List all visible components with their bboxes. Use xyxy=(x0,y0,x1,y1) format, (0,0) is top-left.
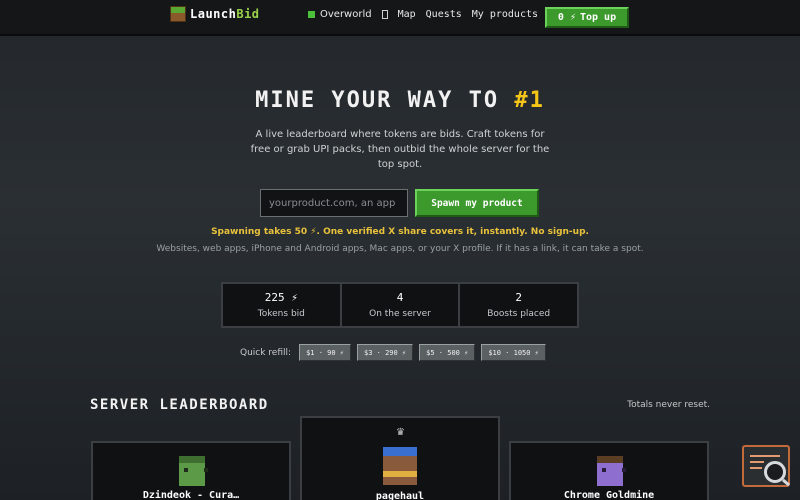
spawn-form: Spawn my product xyxy=(260,189,539,217)
widget-line-icon xyxy=(750,455,780,457)
refill-option-10[interactable]: $10 · 1050 ⚡ xyxy=(481,344,546,361)
leaderboard-note: Totals never reset. xyxy=(627,400,710,410)
stat-label: Boosts placed xyxy=(487,309,551,319)
king-avatar-icon xyxy=(383,447,417,485)
refill-option-3[interactable]: $3 · 290 ⚡ xyxy=(357,344,414,361)
purple-avatar-icon xyxy=(597,456,626,486)
quick-refill-label: Quick refill: xyxy=(240,347,292,358)
top-up-label: Top up xyxy=(579,12,617,23)
main-nav: Overworld Map Quests My products xyxy=(308,9,538,20)
product-url-input[interactable] xyxy=(260,189,408,217)
zombie-avatar-icon xyxy=(179,456,208,486)
leaderboard-title: SERVER LEADERBOARD xyxy=(90,397,269,413)
stat-label: Tokens bid xyxy=(257,309,305,319)
supported-types-note: Websites, web apps, iPhone and Android a… xyxy=(156,244,644,254)
stat-tokens-bid: 225 ⚡ Tokens bid xyxy=(223,284,342,326)
logo[interactable]: LaunchBid xyxy=(170,6,260,22)
crown-icon: ♛ xyxy=(396,427,405,438)
nav-my-products[interactable]: My products xyxy=(472,9,538,20)
floating-widget-button[interactable] xyxy=(742,445,791,487)
spawn-product-button[interactable]: Spawn my product xyxy=(415,189,539,217)
top-up-button[interactable]: 0 ⚡ Top up xyxy=(545,7,629,28)
hero-subtitle: A live leaderboard where tokens are bids… xyxy=(250,129,550,170)
widget-line-icon xyxy=(750,467,762,469)
stat-boosts-placed: 2 Boosts placed xyxy=(460,284,577,326)
spawn-cost-note: Spawning takes 50 ⚡. One verified X shar… xyxy=(211,227,589,237)
hero-title: MINE YOUR WAY TO #1 xyxy=(255,88,545,113)
widget-line-icon xyxy=(750,461,764,463)
nav-map[interactable]: Map xyxy=(398,9,416,20)
grass-block-icon xyxy=(170,6,186,22)
stat-on-server: 4 On the server xyxy=(342,284,461,326)
magnifier-handle-icon xyxy=(781,478,791,487)
stat-value: 2 xyxy=(515,291,522,304)
nav-quests[interactable]: Quests xyxy=(426,9,462,20)
product-name: pagehaul xyxy=(375,491,425,500)
token-balance: 0 ⚡ xyxy=(557,12,576,23)
stat-label: On the server xyxy=(369,309,431,319)
stat-value: 4 xyxy=(396,291,404,304)
leaderboard-card-2[interactable]: Dzindeok - Cura… xyxy=(91,441,291,500)
world-label: Overworld xyxy=(320,9,372,20)
refill-option-1[interactable]: $1 · 90 ⚡ xyxy=(299,344,351,361)
leaderboard-card-1[interactable]: ♛ pagehaul xyxy=(300,416,500,500)
stat-value: 225 ⚡ xyxy=(264,291,298,304)
product-name: Chrome Goldmine xyxy=(563,490,655,500)
world-status-dot-icon xyxy=(308,11,315,18)
logo-text: LaunchBid xyxy=(190,7,260,21)
product-name: Dzindeok - Cura… xyxy=(142,490,240,500)
top-bar: LaunchBid Overworld Map Quests My produc… xyxy=(0,0,800,36)
world-indicator[interactable]: Overworld xyxy=(308,9,372,20)
refill-option-5[interactable]: $5 · 500 ⚡ xyxy=(419,344,476,361)
quick-refill: Quick refill: $1 · 90 ⚡ $3 · 290 ⚡ $5 · … xyxy=(240,344,546,361)
leaderboard-card-3[interactable]: Chrome Goldmine xyxy=(509,441,709,500)
map-icon xyxy=(381,10,388,19)
stats-panel: 225 ⚡ Tokens bid 4 On the server 2 Boost… xyxy=(221,282,579,328)
